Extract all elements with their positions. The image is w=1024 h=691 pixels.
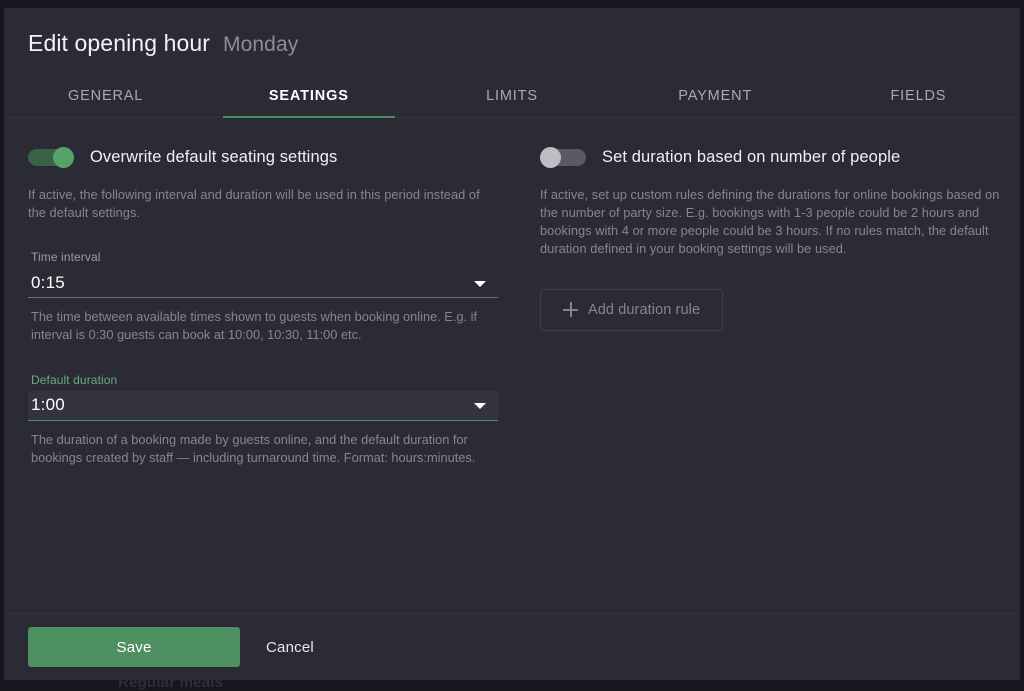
dialog-title: Edit opening hour: [28, 30, 210, 57]
overwrite-default-seating-row: Overwrite default seating settings: [28, 144, 498, 170]
cancel-button[interactable]: Cancel: [262, 633, 318, 662]
duration-by-people-toggle[interactable]: [540, 147, 586, 167]
dialog-subtitle-day: Monday: [223, 33, 298, 57]
time-interval-field: Time interval 0:15 The time between avai…: [28, 250, 498, 344]
time-interval-label: Time interval: [28, 250, 498, 264]
time-interval-help: The time between available times shown t…: [28, 308, 498, 344]
dialog-header: Edit opening hour Monday GENERAL SEATING…: [4, 8, 1020, 118]
save-button[interactable]: Save: [28, 627, 240, 667]
default-duration-select[interactable]: 1:00: [28, 391, 498, 421]
time-interval-value: 0:15: [31, 273, 65, 293]
overwrite-default-seating-label: Overwrite default seating settings: [90, 148, 337, 167]
tab-payment[interactable]: PAYMENT: [614, 80, 817, 117]
tab-fields[interactable]: FIELDS: [817, 80, 1020, 117]
overwrite-default-seating-toggle[interactable]: [28, 147, 74, 167]
toggle-knob: [53, 147, 74, 168]
dialog-footer: Save Cancel: [4, 613, 1020, 680]
tab-limits[interactable]: LIMITS: [410, 80, 613, 117]
duration-by-people-row: Set duration based on number of people: [540, 144, 1010, 170]
dialog-body: Overwrite default seating settings If ac…: [4, 118, 1020, 613]
tab-bar: GENERAL SEATINGS LIMITS PAYMENT FIELDS: [4, 80, 1020, 118]
default-duration-label: Default duration: [28, 373, 498, 387]
overwrite-default-seating-help: If active, the following interval and du…: [28, 186, 498, 222]
add-duration-rule-button[interactable]: Add duration rule: [540, 289, 723, 331]
plus-icon: [563, 302, 578, 317]
add-duration-rule-label: Add duration rule: [588, 302, 700, 318]
duration-rules-column: Set duration based on number of people I…: [540, 144, 1010, 613]
time-interval-select[interactable]: 0:15: [28, 268, 498, 298]
title-row: Edit opening hour Monday: [28, 30, 1020, 62]
duration-by-people-label: Set duration based on number of people: [602, 148, 900, 167]
tab-seatings[interactable]: SEATINGS: [207, 80, 410, 117]
chevron-down-icon: [474, 281, 486, 287]
seating-settings-column: Overwrite default seating settings If ac…: [28, 144, 498, 613]
toggle-knob: [540, 147, 561, 168]
tab-general[interactable]: GENERAL: [4, 80, 207, 117]
duration-by-people-help: If active, set up custom rules defining …: [540, 186, 1010, 259]
chevron-down-icon: [474, 403, 486, 409]
edit-opening-hour-dialog: Edit opening hour Monday GENERAL SEATING…: [4, 8, 1020, 680]
default-duration-field: Default duration 1:00 The duration of a …: [28, 373, 498, 467]
default-duration-value: 1:00: [31, 395, 65, 415]
default-duration-help: The duration of a booking made by guests…: [28, 431, 498, 467]
